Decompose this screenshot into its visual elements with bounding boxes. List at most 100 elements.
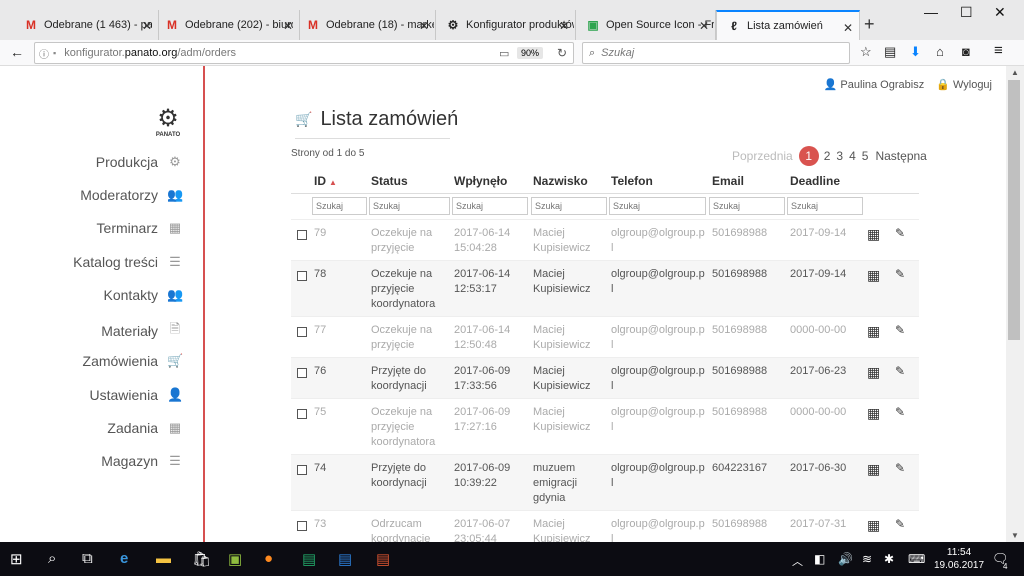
calendar-icon[interactable]: ▦ [867, 323, 880, 340]
sidebar-item-kontakty[interactable]: Kontakty 👥 [104, 287, 184, 303]
keyboard-icon[interactable]: ⌨ [908, 552, 925, 566]
sidebar-item-zadania[interactable]: Zadania ▦ [107, 420, 183, 436]
volume-icon[interactable]: 🔊 [838, 552, 853, 566]
close-icon[interactable]: ✕ [419, 19, 429, 33]
column-header-nazwisko[interactable]: Nazwisko [533, 174, 588, 188]
calendar-icon[interactable]: ▦ [867, 226, 880, 243]
scrollbar[interactable]: ▲ ▼ [1006, 66, 1024, 542]
sidebar-item-magazyn[interactable]: Magazyn ☰ [101, 453, 183, 469]
sidebar-item-katalog-tresci[interactable]: Katalog treści ☰ [73, 254, 183, 270]
close-icon[interactable]: ✕ [559, 19, 569, 33]
close-icon[interactable]: ✕ [843, 21, 853, 35]
filter-email-input[interactable] [709, 197, 785, 215]
row-checkbox[interactable] [297, 230, 307, 240]
sidebar-item-zamowienia[interactable]: Zamówienia 🛒 [83, 353, 184, 369]
calendar-icon[interactable]: ▦ [867, 461, 880, 478]
back-icon[interactable]: ← [10, 44, 24, 60]
scroll-down-icon[interactable]: ▼ [1011, 531, 1019, 540]
pager-prev[interactable]: Poprzednia [732, 149, 793, 163]
pager-page-3[interactable]: 3 [836, 149, 843, 163]
edit-icon[interactable]: ✎ [895, 364, 905, 378]
windows-start-icon[interactable]: ⊞ [10, 550, 23, 568]
column-header-telefon[interactable]: Telefon [611, 174, 653, 188]
url-bar[interactable]: ⓘ ▪ konfigurator. panato.org/adm/orders ▭… [34, 42, 574, 64]
calendar-icon[interactable]: ▦ [867, 405, 880, 422]
zoom-level[interactable]: 90% [517, 47, 544, 59]
menu-icon[interactable]: ≡ [994, 42, 1003, 59]
calendar-icon[interactable]: ▦ [867, 267, 880, 284]
edit-icon[interactable]: ✎ [895, 461, 905, 475]
column-header-deadline[interactable]: Deadline [790, 174, 840, 188]
pager-page-2[interactable]: 2 [824, 149, 831, 163]
tab-open-source-icon[interactable]: ▣ Open Source Icon - Free ✕ [576, 10, 716, 40]
tab-gmail-2[interactable]: M Odebrane (202) - biuro@ ✕ [155, 10, 300, 40]
store-icon[interactable]: 🛍 [192, 550, 211, 568]
pager-page-4[interactable]: 4 [849, 149, 856, 163]
sidebar-item-materialy[interactable]: Materiały 🗎 [101, 320, 183, 342]
column-header-status[interactable]: Status [371, 174, 408, 188]
file-explorer-icon[interactable]: ▬ [156, 550, 171, 567]
tab-konfigurator[interactable]: ⚙ Konfigurator produktów ✕ [436, 10, 576, 40]
word-icon[interactable]: ▤ [338, 550, 352, 568]
powerpoint-icon[interactable]: ▤ [376, 550, 390, 568]
pocket-icon[interactable]: ◙ [962, 44, 970, 59]
panato-logo[interactable]: ⚙ PANATO [154, 106, 182, 142]
bookmark-star-icon[interactable]: ☆ [860, 44, 872, 60]
tab-lista-zamowien[interactable]: ℓ Lista zamówień ✕ [716, 10, 860, 40]
scrollbar-thumb[interactable] [1008, 80, 1020, 340]
table-row[interactable]: 79 Oczekuje na przyjęcie 2017-06-14 15:04:2… [291, 220, 919, 261]
wifi-icon[interactable]: ≋ [862, 552, 872, 566]
edit-icon[interactable]: ✎ [895, 405, 905, 419]
search-icon[interactable]: ⌕ [48, 550, 56, 567]
download-icon[interactable]: ⬇ [910, 44, 921, 60]
pager-next[interactable]: Następna [875, 149, 926, 163]
pager-page-5[interactable]: 5 [862, 149, 869, 163]
calendar-icon[interactable]: ▦ [867, 364, 880, 381]
filter-deadline-input[interactable] [787, 197, 863, 215]
row-checkbox[interactable] [297, 521, 307, 531]
tray-sync-icon[interactable]: ✱ [884, 552, 894, 566]
edit-icon[interactable]: ✎ [895, 323, 905, 337]
tray-app-icon[interactable]: ◧ [814, 552, 825, 566]
reload-icon[interactable]: ↻ [557, 46, 567, 60]
filter-status-input[interactable] [369, 197, 450, 215]
close-icon[interactable]: ✕ [283, 19, 293, 33]
column-header-wplynelo[interactable]: Wpłynęło [454, 174, 507, 188]
search-input[interactable]: ⌕ Szukaj [582, 42, 850, 64]
logout-link[interactable]: 🔒 Wyloguj [936, 78, 992, 91]
task-view-icon[interactable]: ⧉ [82, 550, 93, 567]
row-checkbox[interactable] [297, 409, 307, 419]
table-row[interactable]: 75 Oczekuje na przyjęcie koordynatora 2017… [291, 399, 919, 455]
new-tab-button[interactable]: + [864, 14, 875, 35]
table-row[interactable]: 74 Przyjęte do koordynacji 2017-06-09 10:39… [291, 455, 919, 511]
column-header-id[interactable]: ID ▲ [314, 174, 337, 188]
filter-nazwisko-input[interactable] [531, 197, 607, 215]
table-row[interactable]: 73 Odrzucam koordynację 2017-06-07 23:05:44… [291, 511, 919, 542]
row-checkbox[interactable] [297, 368, 307, 378]
clock[interactable]: 11:54 19.06.2017 [934, 546, 984, 572]
minimize-button[interactable]: — [924, 4, 938, 20]
row-checkbox[interactable] [297, 271, 307, 281]
maximize-button[interactable]: ☐ [960, 4, 973, 21]
user-link[interactable]: 👤 Paulina Ograbisz [824, 78, 925, 91]
close-icon[interactable]: ✕ [142, 19, 152, 33]
sidebar-item-ustawienia[interactable]: Ustawienia 👤 [90, 387, 184, 403]
close-window-button[interactable]: ✕ [994, 4, 1006, 21]
column-header-email[interactable]: Email [712, 174, 744, 188]
tab-gmail-1[interactable]: M Odebrane (1 463) - pana ✕ [14, 10, 159, 40]
sidebar-item-produkcja[interactable]: Produkcja ⚙ [96, 154, 183, 170]
sidebar-item-moderatorzy[interactable]: Moderatorzy 👥 [80, 187, 183, 203]
close-icon[interactable]: ✕ [699, 19, 709, 33]
edge-icon[interactable]: e [120, 550, 128, 567]
tab-gmail-3[interactable]: M Odebrane (18) - market ✕ [296, 10, 436, 40]
app-icon[interactable]: ▣ [228, 550, 242, 568]
home-icon[interactable]: ⌂ [936, 44, 944, 59]
table-row[interactable]: 77 Oczekuje na przyjęcie 2017-06-14 12:50:4… [291, 317, 919, 358]
sidebar-item-terminarz[interactable]: Terminarz ▦ [97, 220, 183, 236]
firefox-icon[interactable]: ● [264, 550, 273, 567]
excel-icon[interactable]: ▤ [302, 550, 316, 568]
table-row[interactable]: 78 Oczekuje na przyjęcie koordynatora 2017… [291, 261, 919, 317]
pager-page-1[interactable]: 1 [798, 146, 819, 166]
reader-view-icon[interactable]: ▭ [499, 47, 509, 60]
edit-icon[interactable]: ✎ [895, 267, 905, 281]
